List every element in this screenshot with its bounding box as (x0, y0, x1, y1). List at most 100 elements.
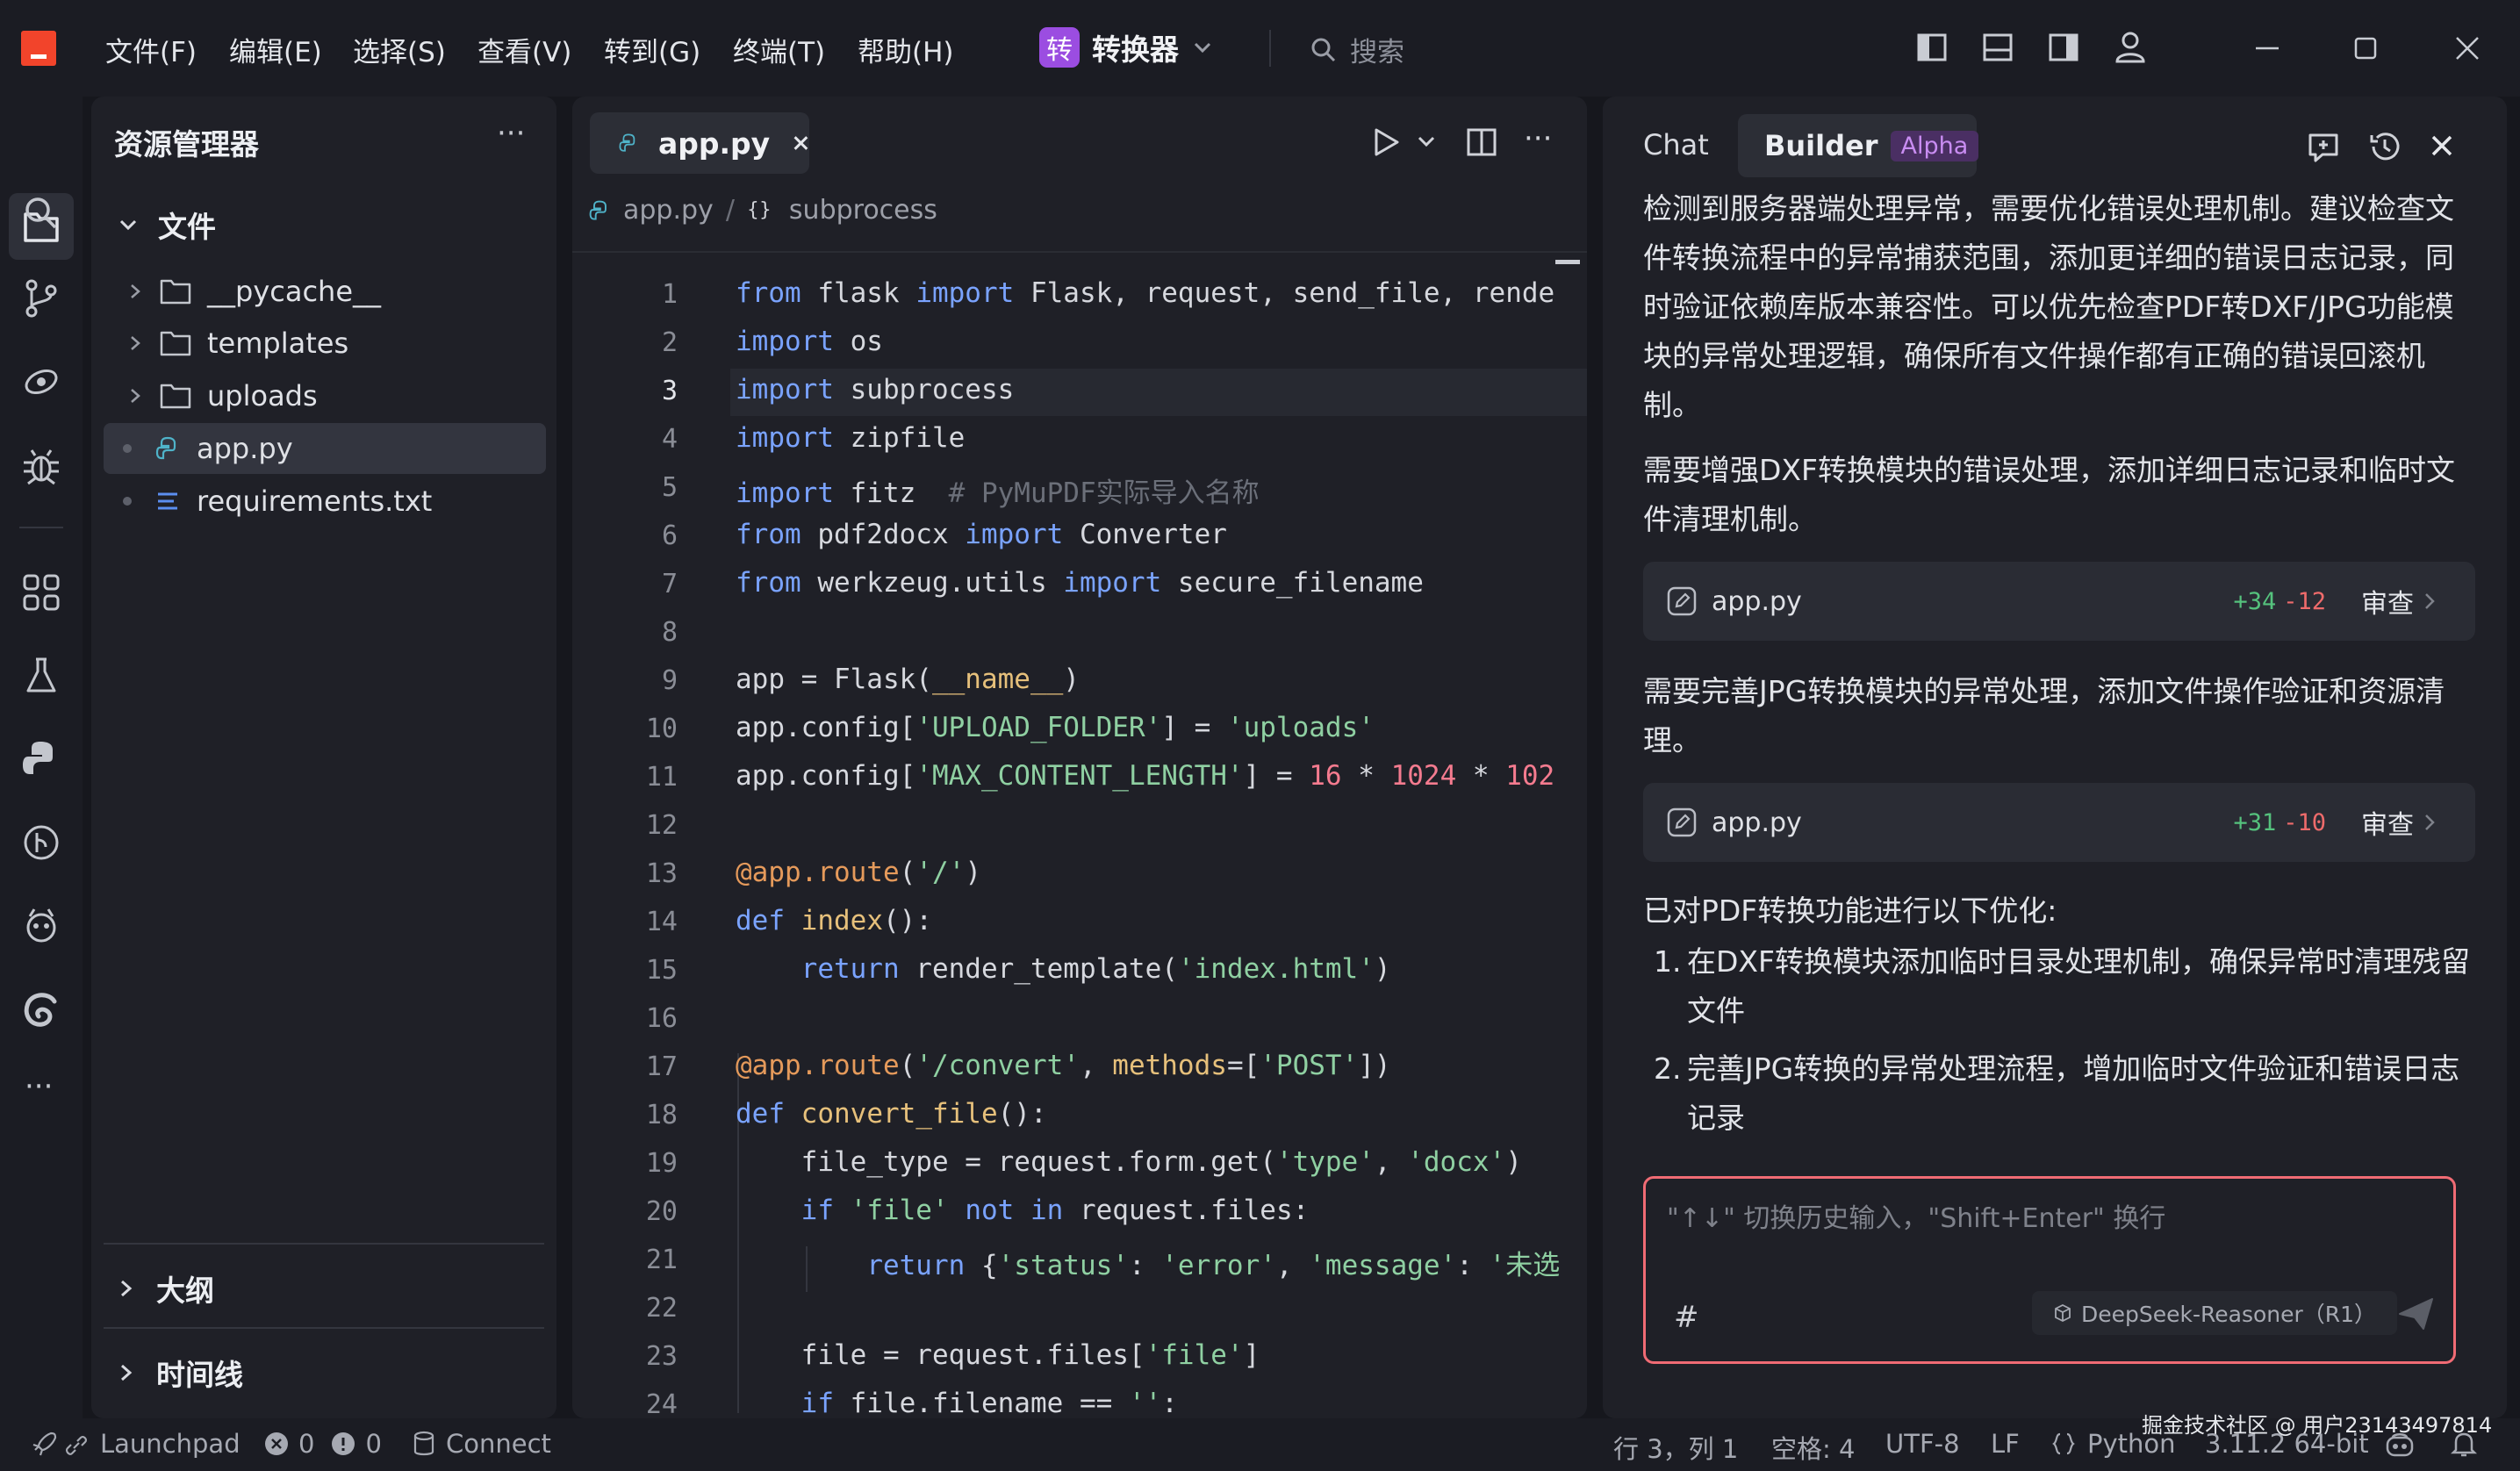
menu-file[interactable]: 文件(F) (105, 30, 197, 69)
run-icon[interactable] (1371, 126, 1401, 158)
breadcrumb-symbol[interactable]: subprocess (789, 195, 937, 226)
tab-builder[interactable]: Builder Alpha (1738, 114, 1979, 177)
problems-indicator[interactable]: 0 0 (263, 1429, 382, 1459)
source-control-icon[interactable] (19, 276, 63, 320)
chat-input-box[interactable]: "↑↓" 切换历史输入，"Shift+Enter" 换行 # DeepSeek-… (1643, 1176, 2456, 1364)
toggle-bottom-panel-icon[interactable] (1982, 32, 2014, 63)
symbol-namespace-icon: {} (746, 199, 772, 221)
send-icon[interactable] (2397, 1296, 2436, 1331)
language-mode[interactable]: Python (2050, 1429, 2176, 1459)
review-button[interactable]: 审查 (2361, 803, 2414, 842)
app-logo (21, 31, 56, 66)
rocket-icon (32, 1432, 57, 1456)
account-icon[interactable] (2114, 30, 2147, 65)
code-line[interactable]: import fitz # PyMuPDF实际导入名称 (736, 470, 1260, 510)
python-icon[interactable] (19, 737, 63, 781)
menu-terminal[interactable]: 终端(T) (733, 30, 825, 69)
file-change-card[interactable]: app.py +34 -12 审查 (1643, 562, 2475, 641)
menu-selection[interactable]: 选择(S) (353, 30, 446, 69)
code-line[interactable]: return render_template('index.html') (736, 953, 1391, 985)
tree-folder-uploads[interactable]: uploads (104, 370, 635, 421)
timeline-section-header[interactable]: 时间线 (118, 1352, 243, 1394)
tab-chat[interactable]: Chat (1643, 128, 1709, 161)
cursor-position[interactable]: 行 3，列 1 (1613, 1429, 1738, 1466)
code-line[interactable]: app.config['UPLOAD_FOLDER'] = 'uploads' (736, 712, 1375, 743)
extensions-icon[interactable] (19, 570, 63, 614)
git-graph-icon[interactable] (19, 821, 63, 865)
code-line[interactable]: file_type = request.form.get('type', 'do… (736, 1146, 1522, 1178)
menu-view[interactable]: 查看(V) (477, 30, 571, 69)
close-panel-icon[interactable] (2430, 133, 2454, 158)
tree-file-requirements[interactable]: requirements.txt (104, 476, 635, 527)
code-line[interactable]: from werkzeug.utils import secure_filena… (736, 567, 1424, 599)
model-selector[interactable]: DeepSeek-Reasoner（R1） (2032, 1291, 2398, 1335)
copilot-icon[interactable] (2384, 1431, 2416, 1459)
code-line[interactable]: file = request.files['file'] (736, 1339, 1260, 1371)
code-line[interactable]: def convert_file(): (736, 1098, 1047, 1130)
menu-edit[interactable]: 编辑(E) (229, 30, 322, 69)
menu-help[interactable]: 帮助(H) (858, 30, 954, 69)
end-of-line[interactable]: LF (1991, 1429, 2020, 1459)
encoding[interactable]: UTF-8 (1885, 1429, 1960, 1459)
history-icon[interactable] (2366, 128, 2403, 165)
new-chat-icon[interactable] (2305, 128, 2342, 165)
code-line[interactable]: import subprocess (736, 374, 1014, 405)
summary-item: 2. 完善JPG转换的异常处理流程，增加临时文件验证和错误日志记录 (1654, 1044, 2479, 1143)
line-number: 20 (645, 1196, 678, 1227)
close-tab-icon[interactable] (793, 133, 809, 153)
indentation[interactable]: 空格: 4 (1771, 1429, 1855, 1466)
outline-section-header[interactable]: 大纲 (118, 1267, 214, 1310)
tab-app-py[interactable]: app.py (590, 112, 809, 174)
menu-goto[interactable]: 转到(G) (604, 30, 700, 69)
split-editor-icon[interactable] (1466, 126, 1497, 158)
code-line[interactable]: def index(): (736, 905, 932, 936)
connect-button[interactable]: Connect (413, 1429, 551, 1459)
ai-assistant-icon[interactable] (19, 987, 63, 1031)
tree-folder-templates[interactable]: templates (104, 318, 635, 369)
tree-folder-pycache[interactable]: __pycache__ (104, 266, 635, 317)
project-name: 转换器 (1092, 32, 1179, 67)
more-activities-icon[interactable]: ··· (25, 1069, 53, 1104)
code-line[interactable]: if file.filename == '': (736, 1388, 1178, 1418)
explorer-more-icon[interactable]: ··· (497, 116, 525, 151)
remote-explorer-icon[interactable] (19, 360, 63, 404)
code-line[interactable]: from flask import Flask, request, send_f… (736, 277, 1554, 309)
line-number: 22 (645, 1293, 678, 1324)
files-section-header[interactable]: 文件 (118, 204, 216, 246)
notifications-bell-icon[interactable] (2451, 1431, 2477, 1459)
editor-more-icon[interactable]: ··· (1524, 121, 1552, 156)
code-line[interactable]: from pdf2docx import Converter (736, 519, 1227, 550)
launchpad-button[interactable]: Launchpad (100, 1429, 241, 1459)
code-line[interactable]: app = Flask(__name__) (736, 664, 1080, 695)
testing-flask-icon[interactable] (19, 654, 63, 698)
line-number: 5 (661, 472, 678, 503)
python-interpreter[interactable]: 3.11.2 64-bit (2205, 1429, 2369, 1459)
code-line[interactable]: import zipfile (736, 422, 965, 454)
context-hash-button[interactable]: # (1674, 1300, 1699, 1335)
project-switcher[interactable]: 转 转换器 (1039, 26, 1214, 68)
file-change-card[interactable]: app.py +31 -10 审查 (1643, 783, 2475, 862)
tree-file-app-py[interactable]: app.py (104, 423, 546, 474)
code-line[interactable]: if 'file' not in request.files: (736, 1195, 1310, 1226)
line-number: 19 (645, 1148, 678, 1179)
list-text: 在DXF转换模块添加临时目录处理机制，确保异常时清理残留文件 (1687, 944, 2470, 1028)
code-line[interactable]: return {'status': 'error', 'message': '未… (736, 1243, 1560, 1282)
code-line[interactable]: @app.route('/') (736, 857, 981, 888)
toggle-left-panel-icon[interactable] (1916, 32, 1948, 63)
debug-icon[interactable] (19, 443, 63, 487)
search-activity-icon[interactable] (19, 191, 63, 235)
maximize-icon[interactable] (2352, 35, 2379, 61)
code-line[interactable]: import os (736, 326, 883, 357)
copilot-pet-icon[interactable] (19, 904, 63, 948)
line-number: 21 (645, 1245, 678, 1275)
chevron-right-icon (121, 1280, 133, 1297)
close-window-icon[interactable] (2454, 35, 2481, 61)
search-box[interactable]: 搜索 (1310, 30, 1404, 69)
minimize-icon[interactable] (2254, 35, 2280, 61)
run-options-chevron-icon[interactable] (1417, 133, 1436, 151)
review-button[interactable]: 审查 (2361, 582, 2414, 621)
code-line[interactable]: app.config['MAX_CONTENT_LENGTH'] = 16 * … (736, 760, 1554, 792)
code-line[interactable]: @app.route('/convert', methods=['POST']) (736, 1050, 1391, 1081)
toggle-right-panel-icon[interactable] (2048, 32, 2079, 63)
breadcrumb-file[interactable]: app.py (623, 195, 714, 226)
